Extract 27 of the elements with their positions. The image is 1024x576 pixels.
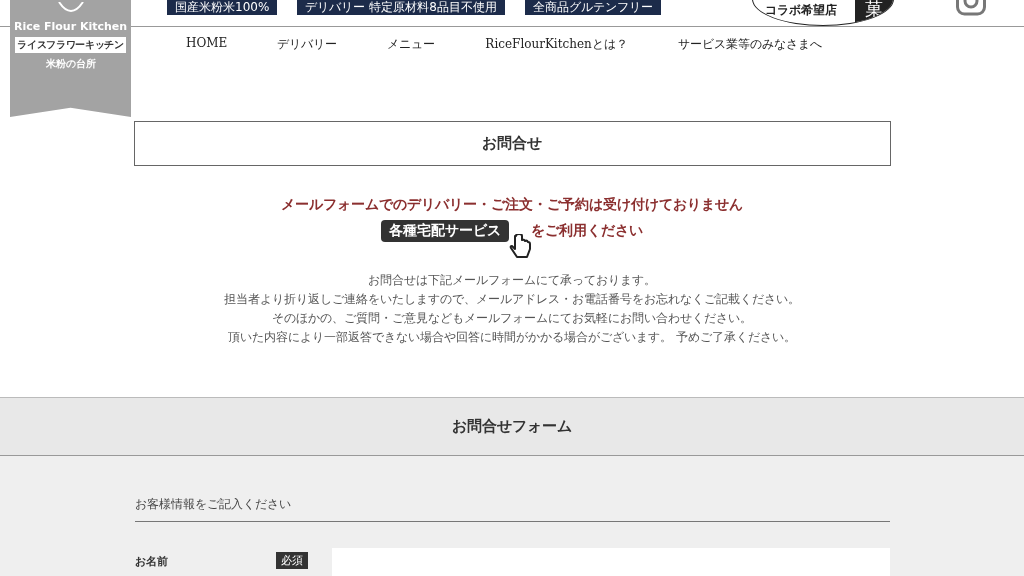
feature-badge: 全商品グルテンフリー [524,0,661,15]
feature-badge: デリバリー 特定原材料8品目不使用 [297,0,505,15]
section-heading: お客様情報をご記入ください [134,496,890,522]
field-label: お名前 [134,554,169,569]
nav-link[interactable]: デリバリー [277,36,338,53]
intro-text: そのほかの、ご質問・ご意見などもメールフォームにてお気軽にお問い合わせください。 [272,310,752,327]
page-title: お問合せ [133,121,891,166]
logo-kana: ライスフラワーキッチン [15,37,126,53]
form-title: お問合せフォーム [0,398,1024,456]
pointer-hand-icon [509,234,533,260]
intro-text: お問合せは下記メールフォームにて承っております。 [368,272,656,289]
bubble-text: コラボ希望店 [765,2,837,19]
delivery-services-button[interactable]: 各種宅配サービス [381,220,509,242]
nav-link[interactable]: HOME [186,36,228,53]
nav-link[interactable]: メニュー [387,36,436,53]
logo-name: Rice Flour Kitchen [13,20,128,33]
nav-link[interactable]: サービス業等のみなさまへ [677,36,822,53]
notice-text: をご利用ください [531,222,643,240]
notice-text: メールフォームでのデリバリー・ご注文・ご予約は受け付けておりません [281,196,743,214]
feature-badge: 国産米粉米100% [167,0,278,15]
intro-text: 担当者より折り返しご連絡をいたしますので、メールアドレス・お電話番号をお忘れなくご記載ください。 [224,291,800,308]
bubble-mark: 菓 [855,0,893,25]
intro-text: 頂いた内容により一部返答できない場合や回答に時間がかかる場合がございます。 予めご了承ください。 [228,329,796,346]
nav-link[interactable]: RiceFlourKitchenとは？ [485,36,628,53]
logo-ribbon[interactable]: Rice Flour Kitchen ライスフラワーキッチン 米粉の台所 [10,0,131,117]
required-tag: 必須 [275,552,308,569]
logo-tagline: 米粉の台所 [45,57,96,71]
